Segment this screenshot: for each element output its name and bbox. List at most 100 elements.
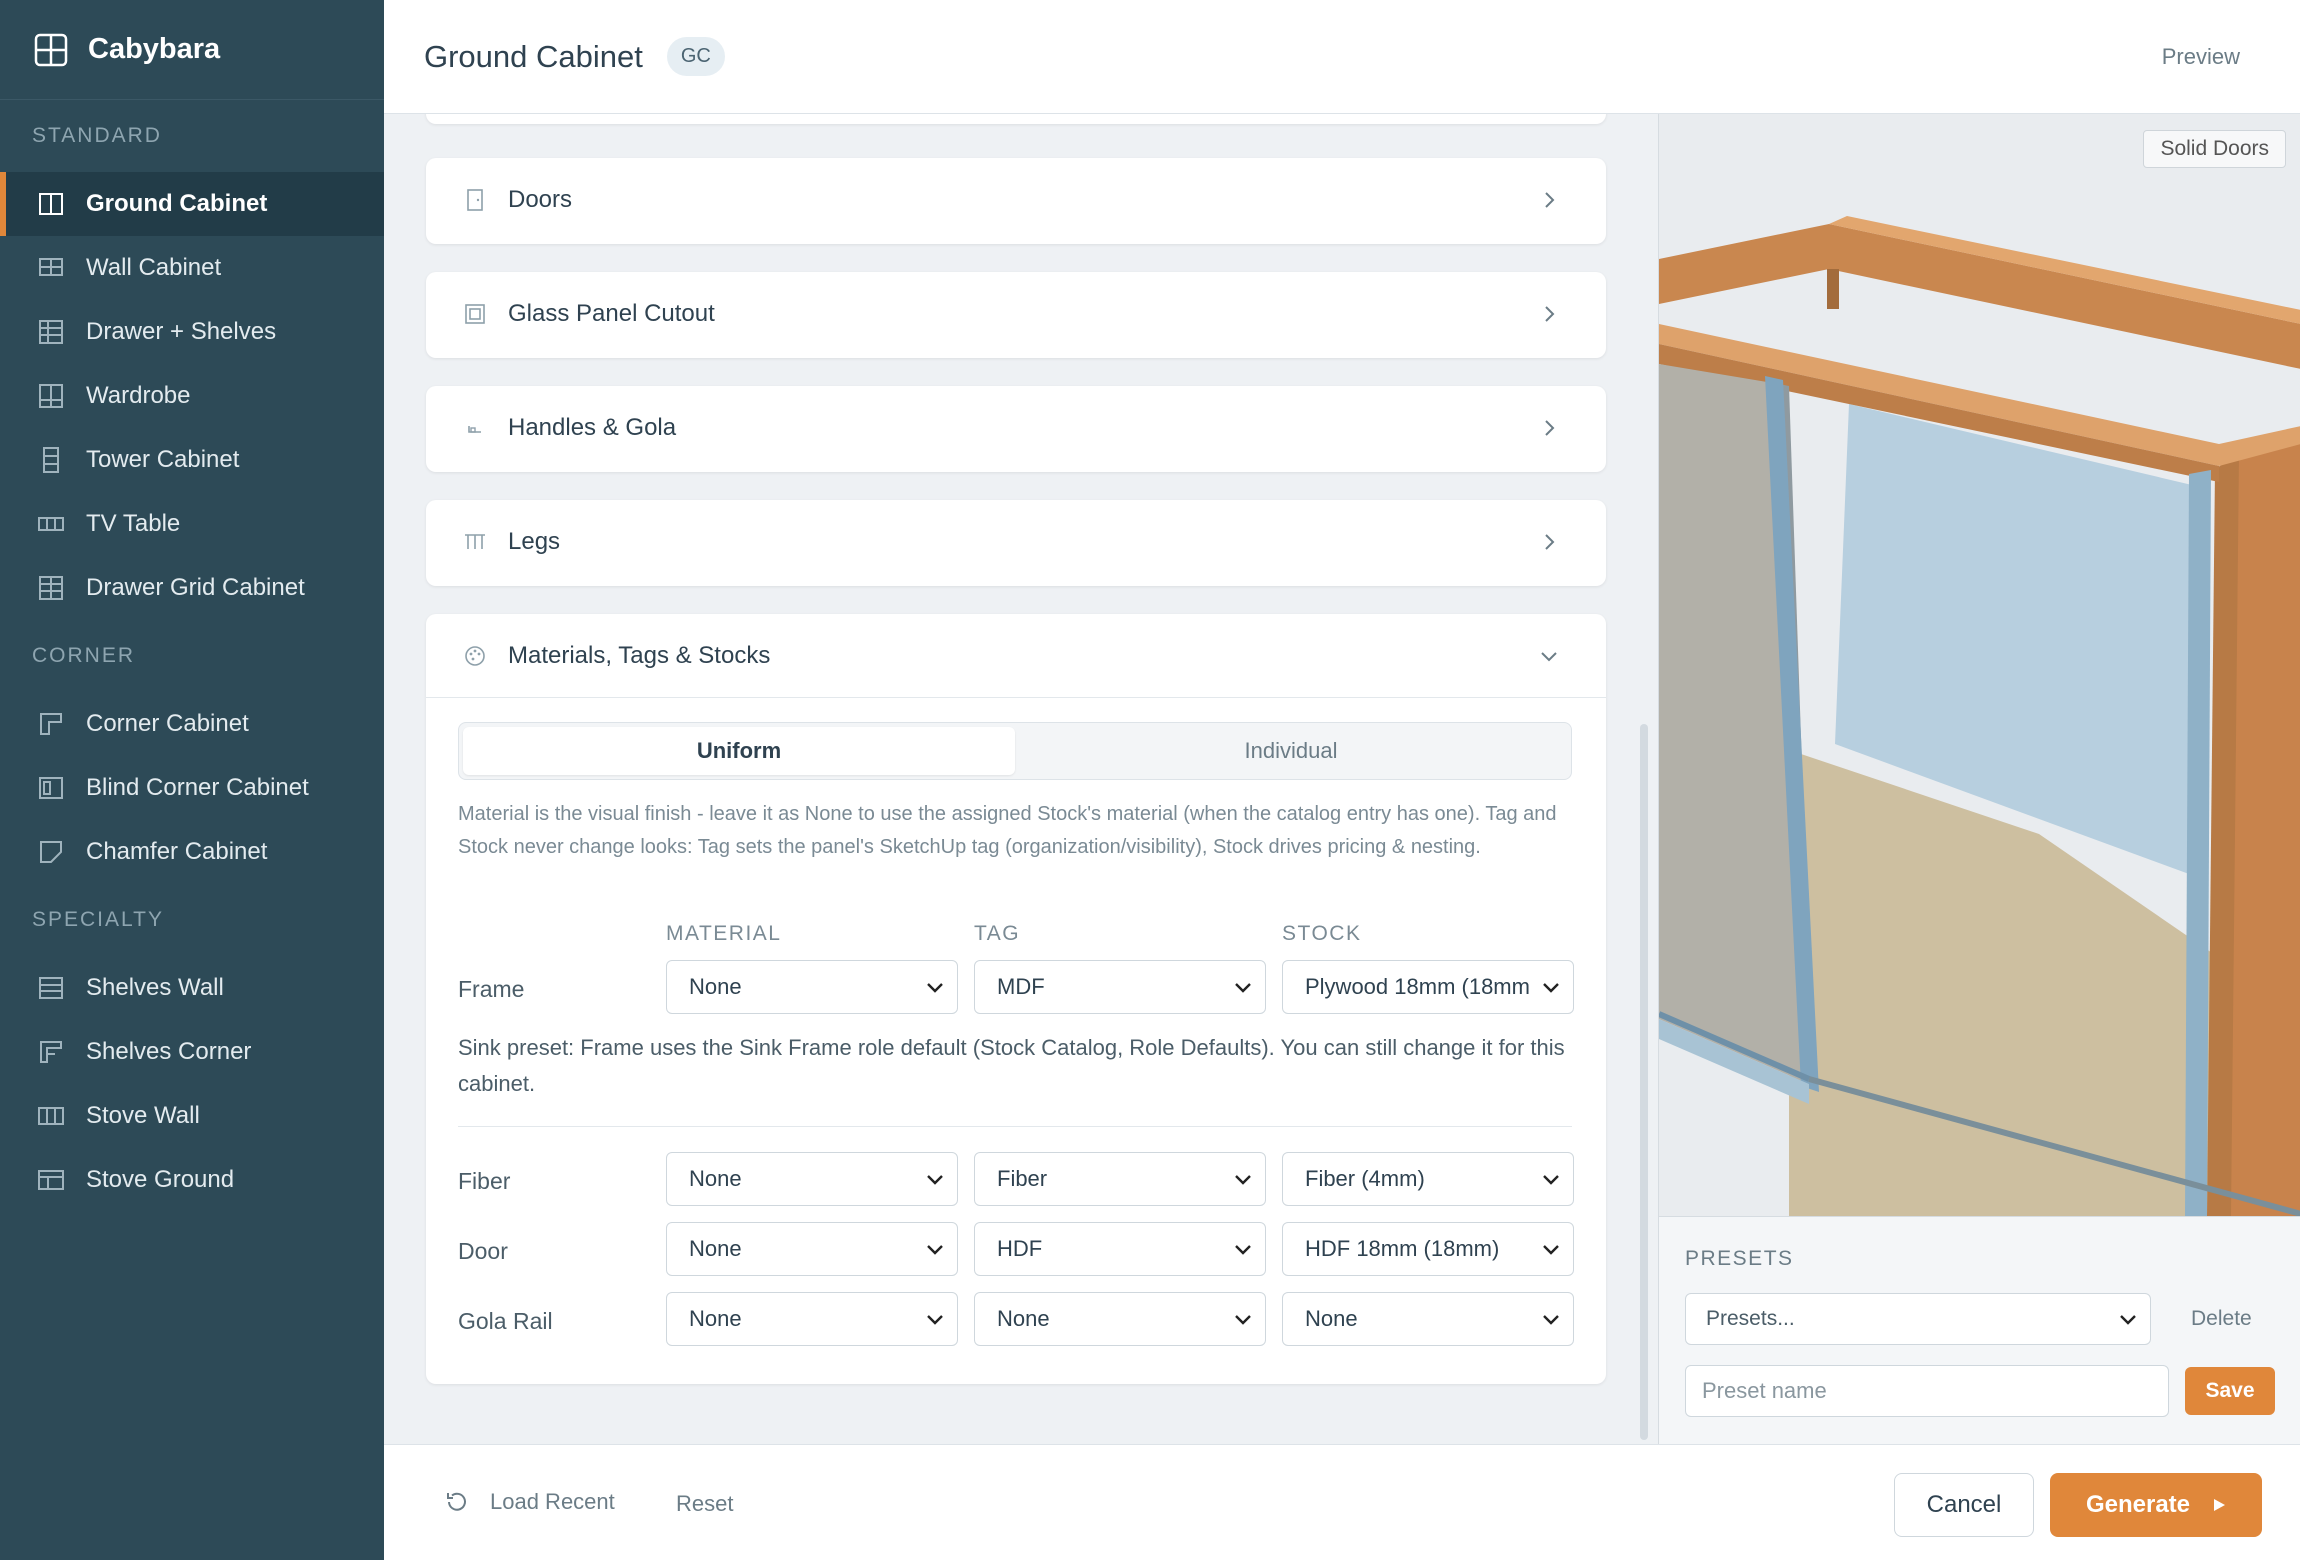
- sidebar-item-stove-ground[interactable]: Stove Ground: [0, 1148, 384, 1212]
- sidebar-item-label: Chamfer Cabinet: [86, 838, 268, 865]
- door-tag-select[interactable]: HDF: [974, 1222, 1266, 1276]
- preview-toggle[interactable]: Preview: [2162, 44, 2240, 70]
- history-icon: [447, 1492, 466, 1511]
- sidebar-item-label: Shelves Wall: [86, 974, 224, 1001]
- chevron-down-icon: [1233, 978, 1253, 998]
- select-value: MDF: [997, 974, 1045, 999]
- page-title: Ground Cabinet: [424, 38, 643, 74]
- load-recent-button[interactable]: Load Recent: [444, 1489, 615, 1515]
- chevron-down-icon: [1541, 1310, 1561, 1330]
- gola-rail-stock-select[interactable]: None: [1282, 1292, 1574, 1346]
- stove-wall-icon: [36, 1101, 66, 1131]
- section-glass-panel-cutout[interactable]: Glass Panel Cutout: [426, 272, 1606, 358]
- gola-rail-material-select[interactable]: None: [666, 1292, 958, 1346]
- cancel-button[interactable]: Cancel: [1894, 1473, 2034, 1537]
- chevron-right-icon: [1545, 420, 1555, 436]
- frame-material-select[interactable]: None: [666, 960, 958, 1014]
- ground-cabinet-icon: [36, 189, 66, 219]
- section-materials-tags-stocks: Materials, Tags & Stocks Uniform Individ…: [426, 614, 1606, 1384]
- sidebar-item-label: Ground Cabinet: [86, 190, 268, 217]
- section-handles-gola[interactable]: Handles & Gola: [426, 386, 1606, 472]
- chevron-down-icon: [925, 978, 945, 998]
- section-label: Materials, Tags & Stocks: [508, 641, 771, 669]
- tab-individual[interactable]: Individual: [1015, 727, 1567, 775]
- chevron-down-icon: [1541, 1170, 1561, 1190]
- fiber-tag-select[interactable]: Fiber: [974, 1152, 1266, 1206]
- drawer-shelves-icon: [36, 317, 66, 347]
- chevron-down-icon: [2120, 1315, 2136, 1325]
- fiber-material-select[interactable]: None: [666, 1152, 958, 1206]
- select-value: None: [689, 1166, 742, 1191]
- gola-rail-tag-select[interactable]: None: [974, 1292, 1266, 1346]
- sidebar-item-wall-cabinet[interactable]: Wall Cabinet: [0, 236, 384, 300]
- section-doors[interactable]: Doors: [426, 158, 1606, 244]
- cabinet-3d-render: [1659, 114, 2300, 1216]
- solid-doors-button[interactable]: Solid Doors: [2143, 130, 2286, 168]
- drawer-grid-icon: [36, 573, 66, 603]
- sidebar: Cabybara STANDARD Ground Cabinet Wall Ca…: [0, 0, 384, 1560]
- save-preset-button[interactable]: Save: [2185, 1367, 2275, 1415]
- sidebar-item-stove-wall[interactable]: Stove Wall: [0, 1084, 384, 1148]
- sidebar-item-label: Stove Wall: [86, 1102, 200, 1129]
- delete-preset-button[interactable]: Delete: [2191, 1307, 2252, 1331]
- door-icon: [462, 187, 488, 213]
- 3d-preview-viewport[interactable]: Solid Doors: [1658, 114, 2300, 1216]
- sidebar-item-shelves-wall[interactable]: Shelves Wall: [0, 956, 384, 1020]
- frame-tag-select[interactable]: MDF: [974, 960, 1266, 1014]
- select-value: None: [689, 1306, 742, 1331]
- shelves-wall-icon: [36, 973, 66, 1003]
- wardrobe-icon: [36, 381, 66, 411]
- sidebar-item-blind-corner-cabinet[interactable]: Blind Corner Cabinet: [0, 756, 384, 820]
- tab-uniform[interactable]: Uniform: [463, 727, 1015, 775]
- sidebar-item-label: Blind Corner Cabinet: [86, 774, 309, 801]
- section-legs[interactable]: Legs: [426, 500, 1606, 586]
- sidebar-item-shelves-corner[interactable]: Shelves Corner: [0, 1020, 384, 1084]
- glass-panel-icon: [462, 301, 488, 327]
- footer: Load Recent Reset Cancel Generate: [384, 1444, 2300, 1560]
- presets-select[interactable]: Presets...: [1685, 1293, 2151, 1345]
- sidebar-item-tv-table[interactable]: TV Table: [0, 492, 384, 556]
- sidebar-item-drawer-shelves[interactable]: Drawer + Shelves: [0, 300, 384, 364]
- preset-name-input[interactable]: Preset name: [1685, 1365, 2169, 1417]
- chevron-right-icon: [1545, 534, 1555, 550]
- select-value: None: [997, 1306, 1050, 1331]
- chevron-right-icon: [1545, 192, 1555, 208]
- frame-stock-select[interactable]: Plywood 18mm (18mm: [1282, 960, 1574, 1014]
- stove-ground-icon: [36, 1165, 66, 1195]
- sidebar-item-tower-cabinet[interactable]: Tower Cabinet: [0, 428, 384, 492]
- generate-label: Generate: [2085, 1491, 2191, 1518]
- select-value: None: [689, 1236, 742, 1261]
- materials-help-text: Material is the visual finish - leave it…: [458, 803, 1557, 858]
- generate-button[interactable]: Generate: [2050, 1473, 2262, 1537]
- sidebar-section-standard: STANDARD: [32, 124, 162, 147]
- materials-section-header[interactable]: Materials, Tags & Stocks: [426, 614, 1606, 698]
- sidebar-section-specialty: SPECIALTY: [32, 908, 164, 931]
- section-label: Handles & Gola: [508, 414, 677, 441]
- select-value: None: [1305, 1306, 1358, 1331]
- sidebar-item-drawer-grid-cabinet[interactable]: Drawer Grid Cabinet: [0, 556, 384, 620]
- door-stock-select[interactable]: HDF 18mm (18mm): [1282, 1222, 1574, 1276]
- fiber-stock-select[interactable]: Fiber (4mm): [1282, 1152, 1574, 1206]
- select-value: Presets...: [1706, 1307, 1795, 1330]
- sidebar-item-chamfer-cabinet[interactable]: Chamfer Cabinet: [0, 820, 384, 884]
- column-header-material: MATERIAL: [666, 922, 782, 945]
- assignment-mode-toggle: Uniform Individual: [458, 722, 1572, 780]
- door-material-select[interactable]: None: [666, 1222, 958, 1276]
- sink-preset-note: Sink preset: Frame uses the Sink Frame r…: [458, 1035, 1565, 1096]
- header: Ground Cabinet GC Preview: [384, 0, 2300, 114]
- section-label: Legs: [508, 528, 561, 555]
- sidebar-item-ground-cabinet[interactable]: Ground Cabinet: [0, 172, 384, 236]
- legs-icon: [462, 529, 488, 555]
- sidebar-item-corner-cabinet[interactable]: Corner Cabinet: [0, 692, 384, 756]
- sidebar-item-wardrobe[interactable]: Wardrobe: [0, 364, 384, 428]
- chevron-right-icon: [1545, 306, 1555, 322]
- select-value: None: [689, 974, 742, 999]
- presets-panel: PRESETS Presets... Delete Preset name Sa…: [1658, 1216, 2300, 1444]
- app-name: Cabybara: [88, 33, 221, 65]
- sidebar-item-label: Shelves Corner: [86, 1038, 252, 1065]
- collapsed-section-partial: [426, 114, 1606, 124]
- settings-scrollbar[interactable]: [1640, 724, 1648, 1440]
- reset-button[interactable]: Reset: [676, 1491, 733, 1517]
- app-logo-icon: [34, 33, 68, 66]
- load-recent-label: Load Recent: [490, 1489, 615, 1514]
